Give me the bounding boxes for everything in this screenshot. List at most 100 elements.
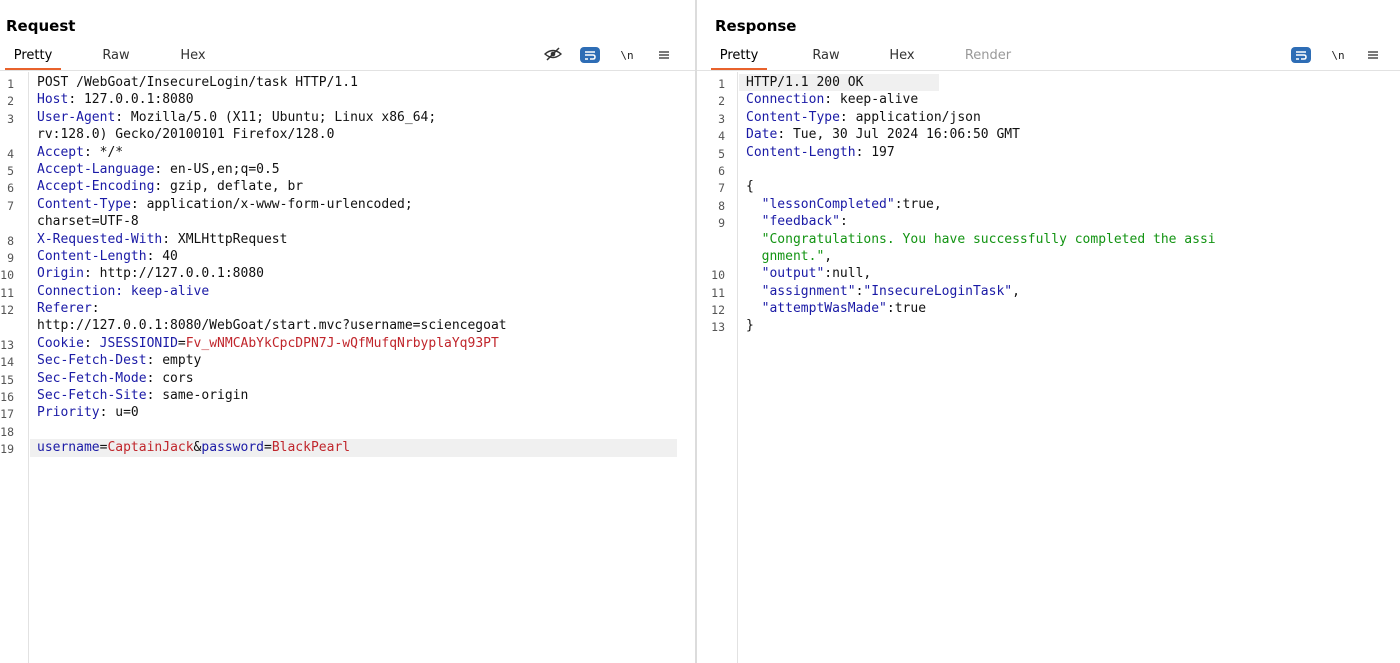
request-code-line: 2 Host: 127.0.0.1:8080	[0, 91, 695, 108]
request-code-line: 8 X-Requested-With: XMLHttpRequest	[0, 231, 695, 248]
request-token: : XMLHttpRequest	[162, 231, 288, 247]
request-newline-button[interactable]: \n	[618, 47, 636, 65]
request-toolbar: \n	[540, 44, 680, 68]
response-toolbar: \n	[1287, 44, 1387, 68]
response-token: gnment."	[761, 248, 825, 264]
response-line-text: Content-Length: 197	[746, 144, 895, 161]
request-token: : empty	[146, 353, 202, 369]
response-token	[746, 249, 762, 264]
request-tab-pretty[interactable]: Pretty	[5, 44, 61, 70]
response-token: "assignment"	[761, 283, 856, 299]
request-line-text: Sec-Fetch-Mode: cors	[37, 370, 194, 387]
request-line-text: charset=UTF-8	[37, 213, 139, 230]
request-token: CaptainJack	[107, 440, 194, 456]
request-token: Cookie	[37, 335, 84, 351]
request-line-text: POST /WebGoat/InsecureLogin/task HTTP/1.…	[37, 74, 358, 91]
response-tab-render[interactable]: Render	[957, 44, 1019, 68]
request-line-text: http://127.0.0.1:8080/WebGoat/start.mvc?…	[37, 317, 507, 334]
request-token: :	[91, 301, 100, 317]
newline-icon: \n	[1331, 49, 1345, 62]
response-line-text: gnment.",	[746, 248, 832, 265]
response-line-text: Connection: keep-alive	[746, 91, 918, 108]
request-token: Accept	[37, 144, 84, 160]
response-wrap-lines-button[interactable]	[1291, 47, 1311, 65]
request-line-text: Content-Type: application/x-www-form-url…	[37, 196, 413, 213]
request-token: Fv_wNMCAbYkCpcDPN7J-wQfMufqNrbyplaYq93PT	[185, 335, 499, 351]
response-line-text: Date: Tue, 30 Jul 2024 16:06:50 GMT	[746, 126, 1020, 143]
hide-nonprintable-button[interactable]	[543, 47, 563, 65]
request-code-line: 17 Priority: u=0	[0, 404, 695, 421]
request-token: Host	[37, 92, 69, 108]
request-editor[interactable]: 1 POST /WebGoat/InsecureLogin/task HTTP/1…	[0, 72, 695, 663]
response-token: :true	[886, 301, 927, 317]
response-line-text: HTTP/1.1 200 OK	[746, 74, 863, 91]
request-tab-hex[interactable]: Hex	[172, 44, 214, 68]
response-code-line: 6	[697, 161, 1400, 178]
response-line-number: 13	[711, 320, 725, 335]
response-code-line: 3 Content-Type: application/json	[697, 109, 1400, 126]
response-newline-button[interactable]: \n	[1329, 47, 1347, 65]
request-code-line: 16 Sec-Fetch-Site: same-origin	[0, 387, 695, 404]
request-token: Content-Length	[37, 248, 147, 264]
request-token: : cors	[146, 370, 194, 386]
request-token: User-Agent	[37, 109, 116, 125]
request-token: http://127.0.0.1:8080/WebGoat/start.mvc?…	[37, 318, 507, 334]
eye-slash-icon	[543, 47, 563, 61]
newline-icon: \n	[620, 49, 634, 62]
request-token: : 40	[146, 248, 178, 264]
request-line-text: Priority: u=0	[37, 404, 139, 421]
request-code-line: 12 Referer:	[0, 300, 695, 317]
request-code-line: 10 Origin: http://127.0.0.1:8080	[0, 265, 695, 282]
request-token: X-Requested-With	[37, 231, 163, 247]
request-code-line: 18	[0, 422, 695, 439]
wrap-lines-icon	[1296, 51, 1307, 60]
request-code-line: 1 POST /WebGoat/InsecureLogin/task HTTP/1…	[0, 74, 695, 91]
response-tab-divider	[697, 70, 1400, 71]
response-code-line: 8 "lessonCompleted":true,	[697, 196, 1400, 213]
request-token: password	[201, 440, 264, 456]
request-code-line: 4 Accept: */*	[0, 144, 695, 161]
request-line-text: X-Requested-With: XMLHttpRequest	[37, 231, 287, 248]
request-menu-button[interactable]	[656, 47, 672, 65]
menu-icon	[1368, 51, 1378, 59]
response-token: HTTP/1.1 200 OK	[746, 75, 864, 90]
request-code-line: http://127.0.0.1:8080/WebGoat/start.mvc?…	[0, 317, 695, 334]
request-token: Connection: keep-alive	[37, 283, 210, 299]
response-line-text: "feedback":	[746, 213, 848, 230]
request-token: : en-US,en;q=0.5	[154, 161, 280, 177]
response-code-line: 2 Connection: keep-alive	[697, 91, 1400, 108]
response-token: "attemptWasMade"	[761, 301, 887, 317]
response-token: Content-Type	[746, 109, 840, 125]
response-code-line: 12 "attemptWasMade":true	[697, 300, 1400, 317]
request-token: Content-Type	[37, 196, 131, 212]
response-line-text: "Congratulations. You have successfully …	[746, 231, 1216, 248]
response-code-line: 10 "output":null,	[697, 265, 1400, 282]
response-token: ,	[824, 248, 833, 264]
request-token: :	[83, 335, 100, 351]
response-menu-button[interactable]	[1365, 47, 1381, 65]
response-code-line: "Congratulations. You have successfully …	[697, 231, 1400, 248]
request-token: : same-origin	[146, 388, 249, 404]
request-tab-raw[interactable]: Raw	[95, 44, 137, 68]
request-token: Accept-Language	[37, 161, 155, 177]
response-tab-pretty[interactable]: Pretty	[711, 44, 767, 70]
request-wrap-lines-button[interactable]	[580, 47, 600, 65]
response-tab-raw[interactable]: Raw	[805, 44, 847, 68]
request-token: : gzip, deflate, br	[154, 179, 304, 195]
request-code-line: 13 Cookie: JSESSIONID=Fv_wNMCAbYkCpcDPN7J…	[0, 335, 695, 352]
request-line-text: username=CaptainJack&password=BlackPearl	[37, 439, 350, 456]
response-line-text: Content-Type: application/json	[746, 109, 981, 126]
response-token	[746, 197, 762, 212]
request-code-line: 11 Connection: keep-alive	[0, 283, 695, 300]
response-code-line: 4 Date: Tue, 30 Jul 2024 16:06:50 GMT	[697, 126, 1400, 143]
response-editor[interactable]: 1 HTTP/1.1 200 OK 2 Connection: keep-alive 3…	[697, 72, 1400, 663]
response-code-line: 13}	[697, 317, 1400, 334]
request-line-text: Content-Length: 40	[37, 248, 178, 265]
response-token	[746, 232, 762, 247]
response-token	[746, 301, 762, 316]
response-tab-hex[interactable]: Hex	[881, 44, 923, 68]
response-code-line: 1 HTTP/1.1 200 OK	[697, 74, 1400, 92]
request-title: Request	[6, 17, 76, 35]
response-code-line: 5 Content-Length: 197	[697, 144, 1400, 161]
request-token: Origin	[37, 266, 84, 282]
